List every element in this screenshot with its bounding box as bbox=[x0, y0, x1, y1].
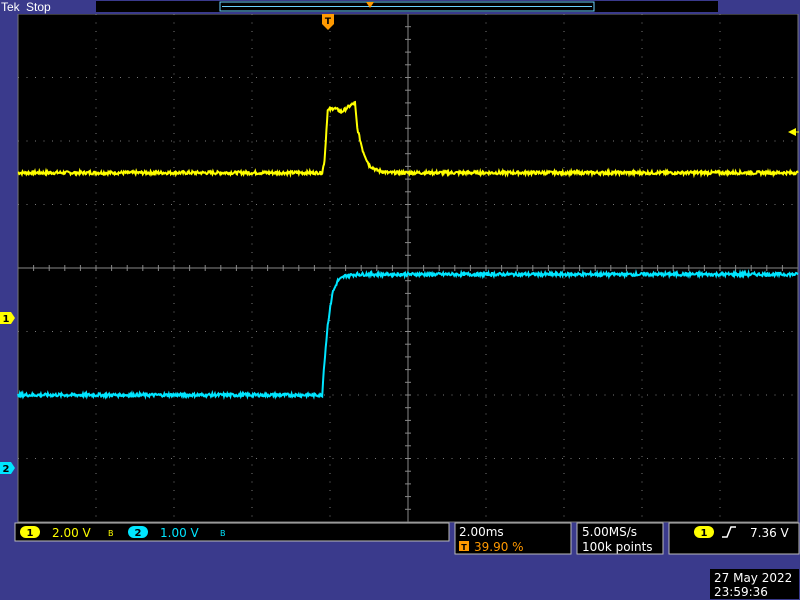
channel-1-marker-label: 1 bbox=[3, 314, 10, 325]
trigger-position-icon-letter: T bbox=[461, 543, 467, 552]
ch1-bandwidth-limit-icon: B bbox=[108, 529, 114, 538]
channel-2-marker-label: 2 bbox=[3, 464, 10, 475]
channel-2-ground-marker[interactable]: 2 bbox=[0, 462, 15, 475]
ch2-scale: 1.00 V bbox=[160, 526, 200, 540]
timebase-scale: 2.00ms bbox=[459, 525, 504, 539]
run-state-label: Stop bbox=[26, 0, 51, 14]
record-length: 100k points bbox=[582, 540, 653, 554]
channel-1-ground-marker[interactable]: 1 bbox=[0, 312, 15, 325]
oscilloscope-screen: Tek Stop T 1 2 1 2.00 V B 2 1.00 V B 2.0… bbox=[0, 0, 800, 599]
trigger-source: 1 bbox=[701, 528, 708, 539]
brand-label: Tek bbox=[1, 0, 21, 14]
trigger-position: 39.90 % bbox=[474, 540, 524, 554]
trigger-level: 7.36 V bbox=[750, 526, 790, 540]
timestamp-time: 23:59:36 bbox=[714, 585, 768, 599]
ch2-bandwidth-limit-icon: B bbox=[220, 529, 226, 538]
sample-rate: 5.00MS/s bbox=[582, 525, 637, 539]
trigger-marker-letter: T bbox=[325, 17, 332, 27]
ch1-badge-label: 1 bbox=[27, 528, 34, 539]
ch2-badge-label: 2 bbox=[135, 528, 142, 539]
ch1-scale: 2.00 V bbox=[52, 526, 92, 540]
timestamp-date: 27 May 2022 bbox=[714, 571, 792, 585]
